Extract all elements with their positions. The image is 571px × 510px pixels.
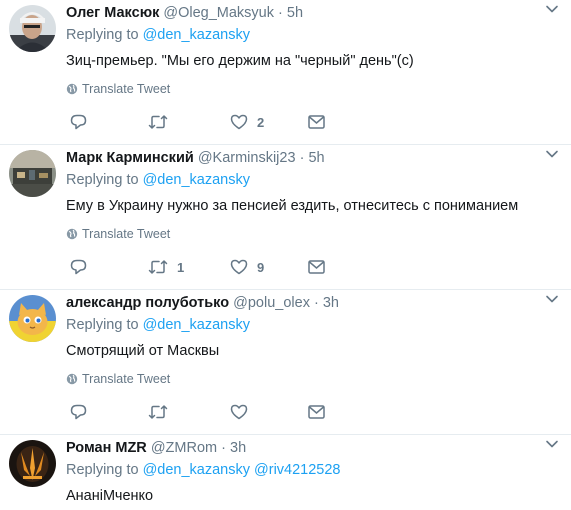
- timestamp[interactable]: 5h: [287, 5, 303, 21]
- translate-label: Translate Tweet: [82, 82, 171, 96]
- tweet-header: Роман MZR @ZMRom · 3h: [66, 440, 561, 458]
- chevron-down-icon[interactable]: [545, 2, 559, 16]
- mention-link[interactable]: @den_kazansky @riv4212528: [143, 462, 341, 478]
- avatar-image: [9, 440, 56, 487]
- tweet-actions: 1 9: [66, 257, 346, 277]
- like-count: 2: [257, 114, 265, 130]
- timestamp[interactable]: 3h: [323, 295, 339, 311]
- direct-message-button[interactable]: [308, 257, 325, 277]
- translate-tweet-button[interactable]: Translate Tweet: [66, 82, 170, 96]
- translate-label: Translate Tweet: [82, 227, 171, 241]
- retweet-icon: [148, 115, 168, 129]
- tweet[interactable]: Марк Карминский @Karminskij23 · 5h Reply…: [0, 145, 571, 290]
- retweet-button[interactable]: [148, 112, 177, 132]
- mention-link[interactable]: @den_kazansky: [143, 317, 250, 333]
- retweet-button[interactable]: 1: [148, 257, 184, 277]
- chevron-down-icon[interactable]: [545, 292, 559, 306]
- mention-link[interactable]: @den_kazansky: [143, 172, 250, 188]
- tweet-text: Смотрящий от Масквы: [66, 343, 220, 359]
- like-count: 9: [257, 259, 265, 275]
- heart-icon: [230, 404, 248, 420]
- envelope-icon: [308, 405, 325, 419]
- translate-tweet-button[interactable]: Translate Tweet: [66, 372, 170, 386]
- retweet-button[interactable]: [148, 402, 177, 422]
- chevron-down-icon[interactable]: [545, 437, 559, 451]
- reply-icon: [70, 404, 87, 420]
- direct-message-button[interactable]: [308, 112, 325, 132]
- globe-icon: [66, 83, 78, 95]
- separator-dot: ·: [221, 440, 226, 456]
- tweet[interactable]: Олег Максюк @Oleg_Maksyuk · 5h Replying …: [0, 0, 571, 145]
- avatar[interactable]: [9, 440, 56, 487]
- like-button[interactable]: 9: [230, 257, 264, 277]
- tweet-text: Ему в Украину нужно за пенсией ездить, о…: [66, 198, 519, 214]
- tweet-actions: [66, 402, 346, 422]
- timestamp[interactable]: 3h: [230, 440, 246, 456]
- user-handle[interactable]: @Oleg_Maksyuk: [163, 5, 274, 21]
- display-name[interactable]: Олег Максюк: [66, 5, 159, 21]
- globe-icon: [66, 228, 78, 240]
- tweet-header: Марк Карминский @Karminskij23 · 5h: [66, 150, 561, 168]
- tweet[interactable]: Роман MZR @ZMRom · 3h Replying to @den_k…: [0, 435, 571, 510]
- user-handle[interactable]: @Karminskij23: [198, 150, 296, 166]
- direct-message-button[interactable]: [308, 402, 325, 422]
- retweet-icon: [148, 405, 168, 419]
- like-button[interactable]: [230, 402, 257, 422]
- replying-to: Replying to @den_kazansky: [66, 172, 250, 188]
- tweet-actions: 2: [66, 112, 346, 132]
- separator-dot: ·: [278, 5, 283, 21]
- reply-button[interactable]: [70, 257, 96, 277]
- tweet-header: александр полуботько @polu_olex · 3h: [66, 295, 561, 313]
- replying-to-label: Replying to: [66, 317, 139, 333]
- user-handle[interactable]: @polu_olex: [233, 295, 310, 311]
- reply-button[interactable]: [70, 112, 96, 132]
- replying-to-label: Replying to: [66, 462, 139, 478]
- heart-icon: [230, 114, 248, 130]
- reply-icon: [70, 114, 87, 130]
- display-name[interactable]: Марк Карминский: [66, 150, 194, 166]
- separator-dot: ·: [299, 150, 305, 166]
- tweet-text: АнаніМченко: [66, 488, 154, 504]
- display-name[interactable]: Роман MZR: [66, 440, 147, 456]
- translate-tweet-button[interactable]: Translate Tweet: [66, 227, 170, 241]
- avatar-image: [9, 150, 56, 197]
- chevron-down-icon[interactable]: [545, 147, 559, 161]
- retweet-icon: [148, 260, 168, 274]
- reply-icon: [70, 259, 87, 275]
- replying-to-label: Replying to: [66, 172, 139, 188]
- replying-to-label: Replying to: [66, 27, 139, 43]
- tweet-header: Олег Максюк @Oleg_Maksyuk · 5h: [66, 5, 561, 23]
- tweet-text: Зиц-премьер. "Мы его держим на "черный" …: [66, 53, 414, 69]
- avatar[interactable]: [9, 295, 56, 342]
- heart-icon: [230, 259, 248, 275]
- envelope-icon: [308, 115, 325, 129]
- replying-to: Replying to @den_kazansky: [66, 317, 250, 333]
- avatar-image: [9, 295, 56, 342]
- replying-to: Replying to @den_kazansky: [66, 27, 250, 43]
- globe-icon: [66, 373, 78, 385]
- replying-to: Replying to @den_kazansky @riv4212528: [66, 462, 341, 478]
- separator-dot: ·: [313, 295, 319, 311]
- timestamp[interactable]: 5h: [308, 150, 324, 166]
- avatar[interactable]: [9, 5, 56, 52]
- avatar[interactable]: [9, 150, 56, 197]
- avatar-image: [9, 5, 56, 52]
- translate-label: Translate Tweet: [82, 372, 171, 386]
- retweet-count: 1: [177, 259, 185, 275]
- mention-link[interactable]: @den_kazansky: [143, 27, 250, 43]
- like-button[interactable]: 2: [230, 112, 264, 132]
- user-handle[interactable]: @ZMRom: [151, 440, 217, 456]
- envelope-icon: [308, 260, 325, 274]
- display-name[interactable]: александр полуботько: [66, 295, 229, 311]
- reply-button[interactable]: [70, 402, 96, 422]
- tweet[interactable]: александр полуботько @polu_olex · 3h Rep…: [0, 290, 571, 435]
